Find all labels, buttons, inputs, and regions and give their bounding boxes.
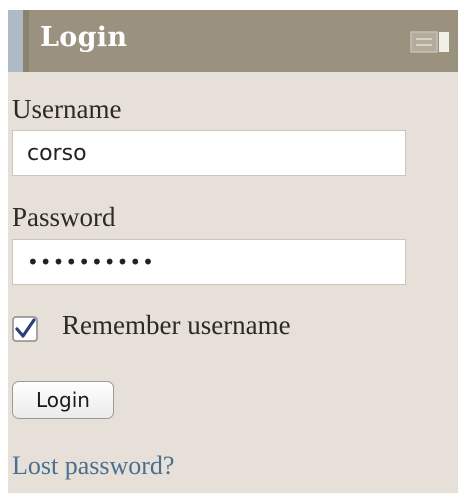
password-field[interactable] xyxy=(12,239,406,285)
login-button[interactable]: Login xyxy=(12,381,114,419)
remember-username-label[interactable]: Remember username xyxy=(62,310,291,341)
block-title: Login xyxy=(40,22,128,53)
header-divider xyxy=(23,10,29,72)
header-accent-strip xyxy=(8,10,23,72)
remember-username-checkbox[interactable] xyxy=(12,316,38,342)
collapse-block-icon[interactable] xyxy=(410,31,450,53)
lost-password-link[interactable]: Lost password? xyxy=(12,451,174,481)
password-label: Password xyxy=(12,202,116,232)
username-field[interactable] xyxy=(12,130,406,176)
login-block: Login Username Password Remember usernam… xyxy=(8,10,458,493)
block-header: Login xyxy=(8,10,458,72)
username-label: Username xyxy=(12,94,122,124)
